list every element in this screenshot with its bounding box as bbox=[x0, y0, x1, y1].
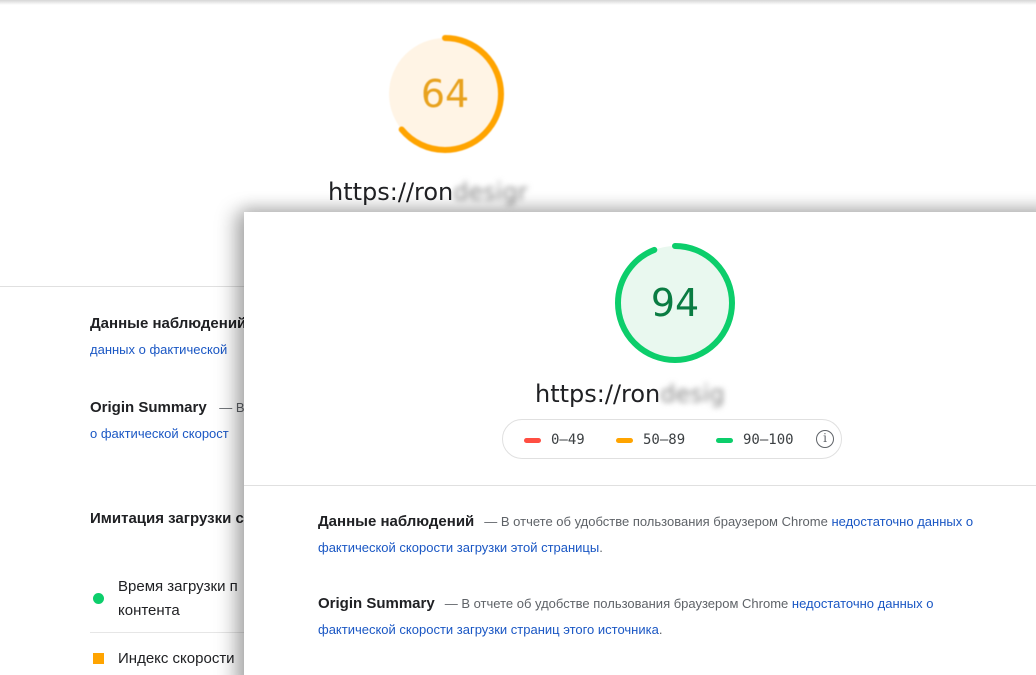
front-divider bbox=[244, 485, 1036, 486]
front-url-visible: https://ron bbox=[535, 380, 661, 408]
legend-label-pass: 90–100 bbox=[743, 432, 794, 448]
back-origin-title-row: Origin Summary — В bbox=[90, 399, 245, 416]
legend-item-fail: 0–49 bbox=[524, 431, 585, 449]
back-score-value: 64 bbox=[420, 72, 470, 116]
back-observations-title: Данные наблюдений bbox=[90, 315, 247, 332]
back-observations-link[interactable]: данных о фактической bbox=[90, 342, 227, 357]
observations-title: Данные наблюдений bbox=[318, 513, 475, 530]
origin-summary-section: Origin Summary — В отчете об удобстве пол… bbox=[318, 591, 998, 643]
legend-item-pass: 90–100 bbox=[716, 431, 794, 449]
back-report-url[interactable]: https://rondesigr bbox=[328, 178, 528, 206]
fail-swatch-icon bbox=[524, 437, 541, 443]
average-square-icon bbox=[93, 653, 104, 664]
back-origin-title: Origin Summary bbox=[90, 399, 207, 416]
back-score-gauge: 64 bbox=[384, 33, 506, 155]
front-report-url[interactable]: https://rondesig bbox=[535, 380, 725, 408]
screenshot-stage: 64 https://rondesigr Данные наблюдений д… bbox=[0, 0, 1036, 675]
back-lab-title: Имитация загрузки с bbox=[90, 510, 244, 527]
pass-swatch-icon bbox=[716, 437, 733, 443]
back-metric-label-1b: контента bbox=[118, 602, 180, 619]
back-origin-link[interactable]: о фактической скорост bbox=[90, 426, 229, 441]
average-swatch-icon bbox=[616, 437, 633, 443]
observations-end: . bbox=[599, 540, 603, 555]
info-icon[interactable]: i bbox=[816, 430, 834, 448]
origin-summary-end: . bbox=[658, 622, 663, 637]
observations-section: Данные наблюдений — В отчете об удобстве … bbox=[318, 509, 998, 561]
legend-label-average: 50–89 bbox=[643, 432, 686, 448]
front-score-gauge: 94 bbox=[613, 241, 737, 365]
legend-item-average: 50–89 bbox=[616, 431, 685, 449]
front-url-blurred: desig bbox=[660, 380, 725, 408]
origin-summary-title: Origin Summary bbox=[318, 595, 435, 612]
top-shadow-line bbox=[0, 0, 1036, 5]
back-metric-label-2: Индекс скорости bbox=[118, 650, 235, 667]
back-url-visible: https://ron bbox=[328, 178, 454, 206]
back-url-blurred: desigr bbox=[453, 178, 528, 206]
pass-dot-icon bbox=[93, 593, 104, 604]
front-report-panel: 94 https://rondesig 0–49 50–89 90–100 i … bbox=[244, 212, 1036, 675]
observations-text: — В отчете об удобстве пользования брауз… bbox=[484, 514, 832, 529]
back-divider bbox=[0, 286, 260, 287]
back-metric-separator bbox=[90, 632, 250, 633]
origin-summary-text: — В отчете об удобстве пользования брауз… bbox=[444, 596, 792, 611]
score-legend: 0–49 50–89 90–100 i bbox=[502, 419, 842, 459]
legend-label-fail: 0–49 bbox=[551, 432, 585, 448]
front-score-value: 94 bbox=[650, 281, 700, 325]
back-origin-dash: — В bbox=[219, 400, 245, 415]
back-metric-label-1: Время загрузки п bbox=[118, 578, 238, 595]
